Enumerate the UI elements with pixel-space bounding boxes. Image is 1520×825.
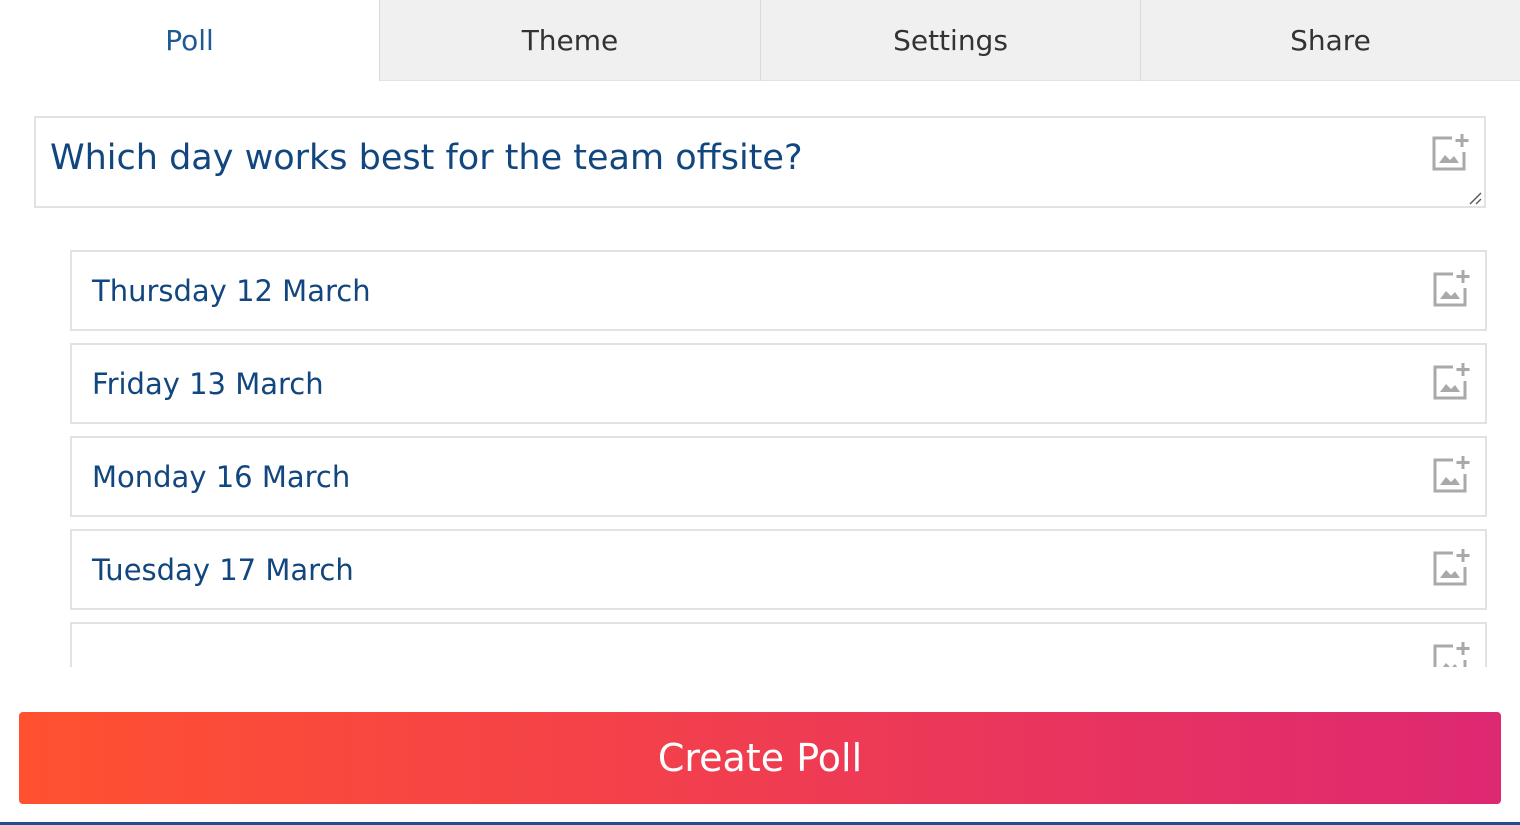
question-input[interactable]: Which day works best for the team offsit… [34, 116, 1486, 208]
options-list: Thursday 12 March Friday 13 March Monday… [70, 250, 1487, 667]
add-image-icon[interactable] [1429, 454, 1471, 496]
question-text: Which day works best for the team offsit… [50, 138, 803, 178]
poll-editor: Poll Theme Settings Share Which day work… [0, 0, 1520, 825]
create-poll-button[interactable]: Create Poll [19, 712, 1501, 804]
option-item-empty[interactable] [70, 622, 1487, 667]
tab-poll[interactable]: Poll [0, 0, 380, 81]
option-item[interactable]: Friday 13 March [70, 343, 1487, 424]
option-text: Friday 13 March [92, 367, 324, 401]
option-item[interactable]: Monday 16 March [70, 436, 1487, 517]
tab-theme[interactable]: Theme [380, 0, 760, 81]
resize-grip-icon[interactable] [1468, 190, 1482, 205]
add-image-icon[interactable] [1429, 361, 1471, 403]
add-image-icon[interactable] [1429, 640, 1471, 667]
add-image-icon[interactable] [1428, 132, 1470, 174]
add-image-icon[interactable] [1429, 547, 1471, 589]
add-image-icon[interactable] [1429, 268, 1471, 310]
option-item[interactable]: Thursday 12 March [70, 250, 1487, 331]
option-text: Tuesday 17 March [92, 553, 354, 587]
option-text: Thursday 12 March [92, 274, 371, 308]
tab-bar: Poll Theme Settings Share [0, 0, 1520, 81]
option-text: Monday 16 March [92, 460, 351, 494]
tab-share[interactable]: Share [1140, 0, 1520, 81]
option-item[interactable]: Tuesday 17 March [70, 529, 1487, 610]
tab-settings[interactable]: Settings [760, 0, 1140, 81]
